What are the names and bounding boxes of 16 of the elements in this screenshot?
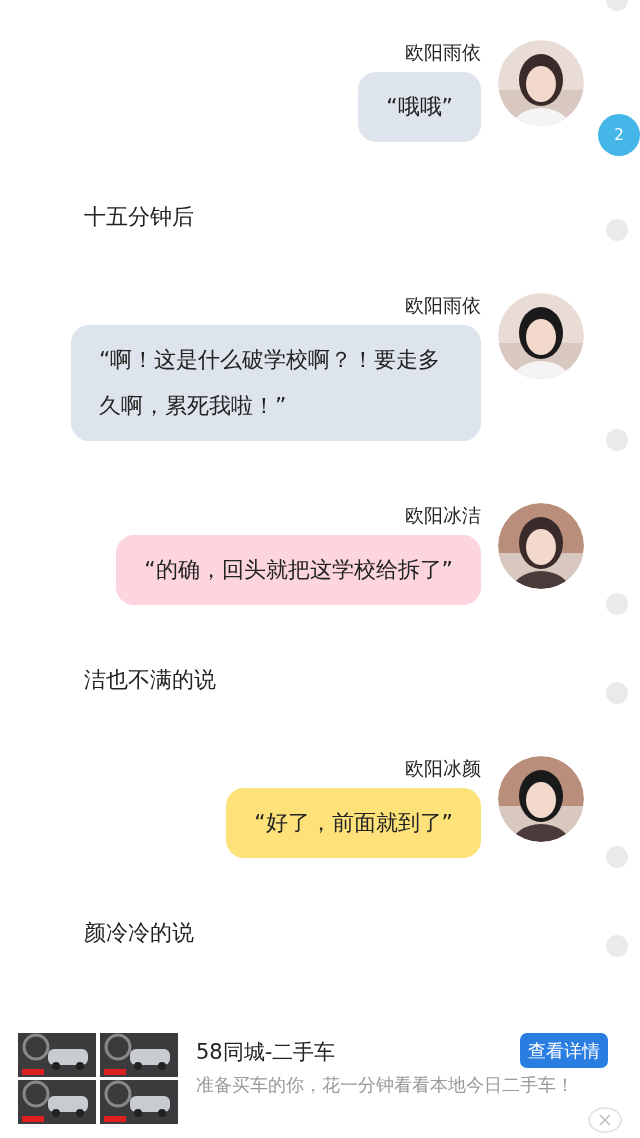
- sender-name: 欧阳雨依: [405, 40, 481, 64]
- details-button[interactable]: 查看详情: [520, 1033, 608, 1068]
- unread-badge: 2: [598, 114, 640, 156]
- narration-text: 颜冷冷的说: [84, 920, 194, 945]
- narration-text: 十五分钟后: [84, 204, 194, 229]
- close-icon[interactable]: [588, 1107, 622, 1133]
- sender-name: 欧阳冰颜: [405, 756, 481, 780]
- chat-bubble: “的确，回头就把这学校给拆了”: [116, 535, 481, 605]
- sender-name: 欧阳雨依: [405, 293, 481, 317]
- chat-bubble: “哦哦”: [358, 72, 481, 142]
- narration-text: 洁也不满的说: [84, 667, 216, 692]
- chat-bubble: “啊！这是什么破学校啊？！要走多久啊，累死我啦！”: [71, 325, 481, 441]
- chat-bubble: “好了，前面就到了”: [226, 788, 481, 858]
- ad-title: 58同城-二手车: [196, 1038, 336, 1066]
- sender-name: 欧阳冰洁: [405, 503, 481, 527]
- ad-description: 准备买车的你，花一分钟看看本地今日二手车！: [196, 1073, 575, 1097]
